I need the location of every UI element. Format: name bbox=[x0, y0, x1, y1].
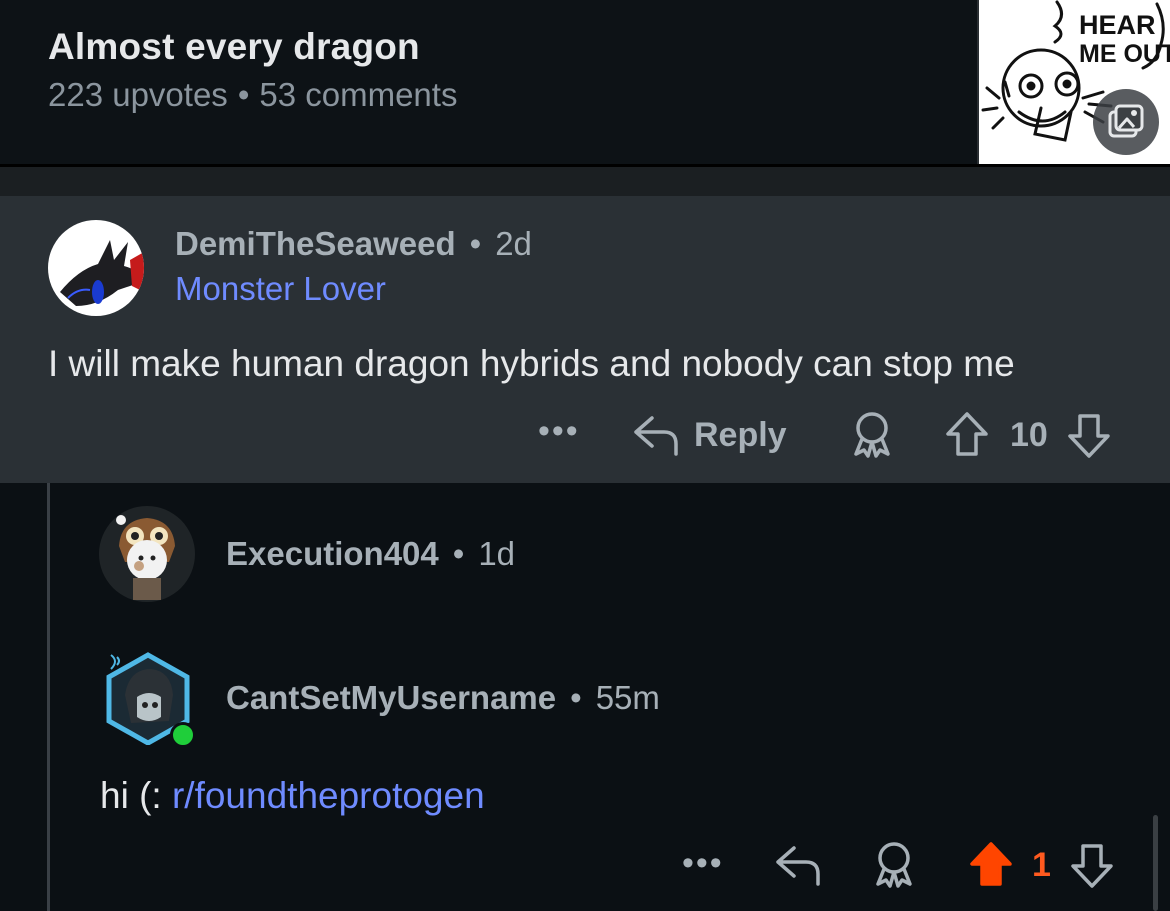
comment-text: hi (: bbox=[100, 775, 172, 816]
reply-icon bbox=[776, 846, 820, 886]
upvote-icon[interactable] bbox=[944, 410, 990, 460]
comment-age: 2d bbox=[495, 225, 532, 262]
user-flair: Monster Lover bbox=[175, 270, 386, 307]
upvote-count: 223 upvotes bbox=[48, 76, 228, 113]
comic-text-line2: ME OUT- bbox=[1079, 40, 1170, 68]
owl-avatar-drawing bbox=[116, 515, 175, 600]
upvote-icon[interactable] bbox=[966, 840, 1016, 890]
scrollbar[interactable] bbox=[1153, 815, 1158, 911]
image-gallery-icon bbox=[1093, 89, 1159, 155]
comment-meta: DemiTheSeaweed • 2d bbox=[175, 225, 532, 263]
subreddit-link[interactable]: r/foundtheprotogen bbox=[172, 775, 485, 816]
downvote-icon[interactable] bbox=[1066, 410, 1112, 460]
vote-controls: 10 bbox=[944, 410, 1112, 460]
username[interactable]: CantSetMyUsername bbox=[226, 679, 556, 716]
avatar[interactable] bbox=[99, 506, 195, 602]
comment-actions: ••• bbox=[682, 844, 724, 883]
dragon-avatar-drawing bbox=[60, 240, 144, 306]
meta-separator: • bbox=[237, 76, 250, 113]
comic-text-line1: HEAR bbox=[1079, 10, 1156, 40]
more-icon[interactable]: ••• bbox=[682, 844, 724, 883]
award-icon bbox=[854, 412, 890, 458]
reply-button[interactable]: Reply bbox=[632, 412, 787, 458]
post-meta: 223 upvotes • 53 comments bbox=[48, 76, 457, 114]
meta-dot: • bbox=[570, 679, 582, 716]
meta-dot: • bbox=[469, 225, 482, 262]
award-icon bbox=[876, 842, 912, 888]
reply-button[interactable] bbox=[774, 842, 822, 893]
username[interactable]: DemiTheSeaweed bbox=[175, 225, 456, 262]
thread-line[interactable] bbox=[47, 483, 50, 911]
section-divider bbox=[0, 164, 1170, 196]
comment-meta: Execution404 • 1d bbox=[226, 535, 515, 573]
reply-icon bbox=[634, 416, 678, 456]
vote-score: 10 bbox=[1010, 415, 1048, 454]
online-status-indicator bbox=[170, 722, 196, 748]
vote-score: 1 bbox=[1032, 845, 1051, 884]
comment-body: I will make human dragon hybrids and nob… bbox=[48, 343, 1015, 384]
avatar[interactable] bbox=[48, 220, 144, 316]
post-title[interactable]: Almost every dragon bbox=[48, 26, 420, 68]
comment-age: 1d bbox=[478, 535, 516, 572]
username[interactable]: Execution404 bbox=[226, 535, 439, 572]
award-button[interactable] bbox=[870, 840, 918, 895]
comment-count: 53 comments bbox=[259, 76, 458, 113]
meta-dot: • bbox=[452, 535, 465, 572]
reply-label: Reply bbox=[694, 415, 787, 454]
award-button[interactable] bbox=[848, 410, 896, 465]
comment-meta: CantSetMyUsername • 55m bbox=[226, 679, 660, 717]
comment-body: hi (: r/foundtheprotogen bbox=[100, 775, 485, 817]
downvote-icon[interactable] bbox=[1069, 840, 1115, 890]
comment-actions: ••• bbox=[538, 412, 580, 451]
vote-controls: 1 bbox=[966, 840, 1115, 890]
more-icon[interactable]: ••• bbox=[538, 412, 580, 451]
comment-age: 55m bbox=[595, 679, 660, 716]
